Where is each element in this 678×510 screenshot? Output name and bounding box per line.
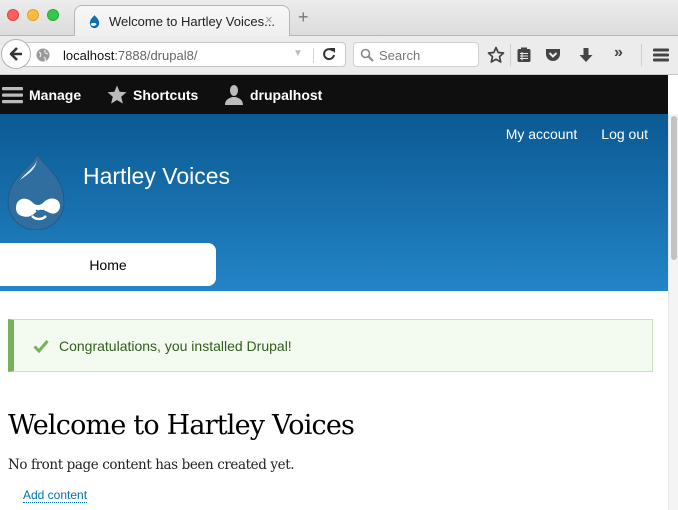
search-bar[interactable] — [353, 42, 479, 67]
star-icon — [107, 85, 127, 104]
bookmark-star-icon[interactable] — [487, 46, 505, 64]
drupal-logo-icon[interactable] — [6, 150, 66, 230]
url-bar[interactable]: localhost:7888/drupal8/ ▼ — [22, 42, 346, 67]
drupal-favicon-icon — [89, 14, 100, 29]
browser-navbar: localhost:7888/drupal8/ ▼ » — [0, 36, 678, 75]
toolbar-manage-label: Manage — [29, 86, 82, 103]
toolbar-shortcuts-label: Shortcuts — [133, 86, 199, 103]
drupal-admin-toolbar: Manage Shortcuts drupalhost — [0, 75, 668, 114]
reload-icon[interactable] — [321, 46, 337, 62]
add-content-link[interactable]: Add content — [23, 488, 88, 503]
page-scrollbar[interactable] — [668, 114, 678, 510]
url-separator — [313, 48, 314, 63]
checkmark-icon — [33, 339, 49, 353]
tab-title: Welcome to Hartley Voices... — [109, 14, 275, 29]
site-name-link[interactable]: Hartley Voices — [83, 163, 230, 190]
download-icon[interactable] — [577, 46, 595, 64]
browser-tab-active[interactable]: Welcome to Hartley Voices... × — [74, 5, 290, 37]
url-text[interactable]: localhost:7888/drupal8/ — [63, 48, 197, 63]
url-host: localhost — [63, 48, 115, 63]
my-account-link[interactable]: My account — [506, 126, 578, 142]
empty-front-page-text: No front page content has been created y… — [8, 457, 295, 473]
window-zoom-button[interactable] — [47, 9, 59, 21]
log-out-link[interactable]: Log out — [601, 126, 648, 142]
toolbar-user-label: drupalhost — [250, 86, 323, 103]
reading-list-icon[interactable] — [515, 46, 533, 64]
new-tab-button[interactable]: + — [298, 8, 309, 26]
back-arrow-icon — [9, 47, 22, 61]
site-header: My account Log out Hartley Voices Home — [0, 114, 668, 291]
back-button[interactable] — [1, 39, 31, 69]
secondary-menu: My account Log out — [506, 126, 648, 142]
url-path: :7888/drupal8/ — [114, 48, 198, 63]
scrollbar-thumb[interactable] — [671, 116, 677, 260]
globe-icon — [36, 48, 50, 62]
browser-titlebar: Welcome to Hartley Voices... × + — [0, 0, 678, 37]
search-input[interactable] — [379, 46, 474, 64]
overflow-chevron-icon[interactable]: » — [614, 44, 632, 62]
window-close-button[interactable] — [7, 9, 19, 21]
toolbar-shortcuts[interactable]: Shortcuts — [107, 75, 198, 114]
primary-menu-home[interactable]: Home — [0, 243, 216, 286]
user-icon — [225, 84, 243, 105]
pocket-icon[interactable] — [544, 46, 562, 64]
status-message-text: Congratulations, you installed Drupal! — [59, 337, 292, 354]
toolbar-separator — [641, 44, 642, 66]
tab-close-icon[interactable]: × — [265, 12, 273, 27]
toolbar-manage[interactable]: Manage — [2, 75, 81, 114]
window-minimize-button[interactable] — [27, 9, 39, 21]
hamburger-menu-icon[interactable] — [652, 46, 670, 64]
url-history-dropdown-icon[interactable]: ▼ — [293, 48, 303, 59]
status-message: Congratulations, you installed Drupal! — [8, 319, 653, 372]
menu-bars-icon — [2, 86, 23, 103]
search-icon — [360, 48, 374, 62]
page-title: Welcome to Hartley Voices — [8, 410, 355, 441]
toolbar-user[interactable]: drupalhost — [224, 75, 322, 114]
toolbar-separator — [510, 44, 511, 66]
